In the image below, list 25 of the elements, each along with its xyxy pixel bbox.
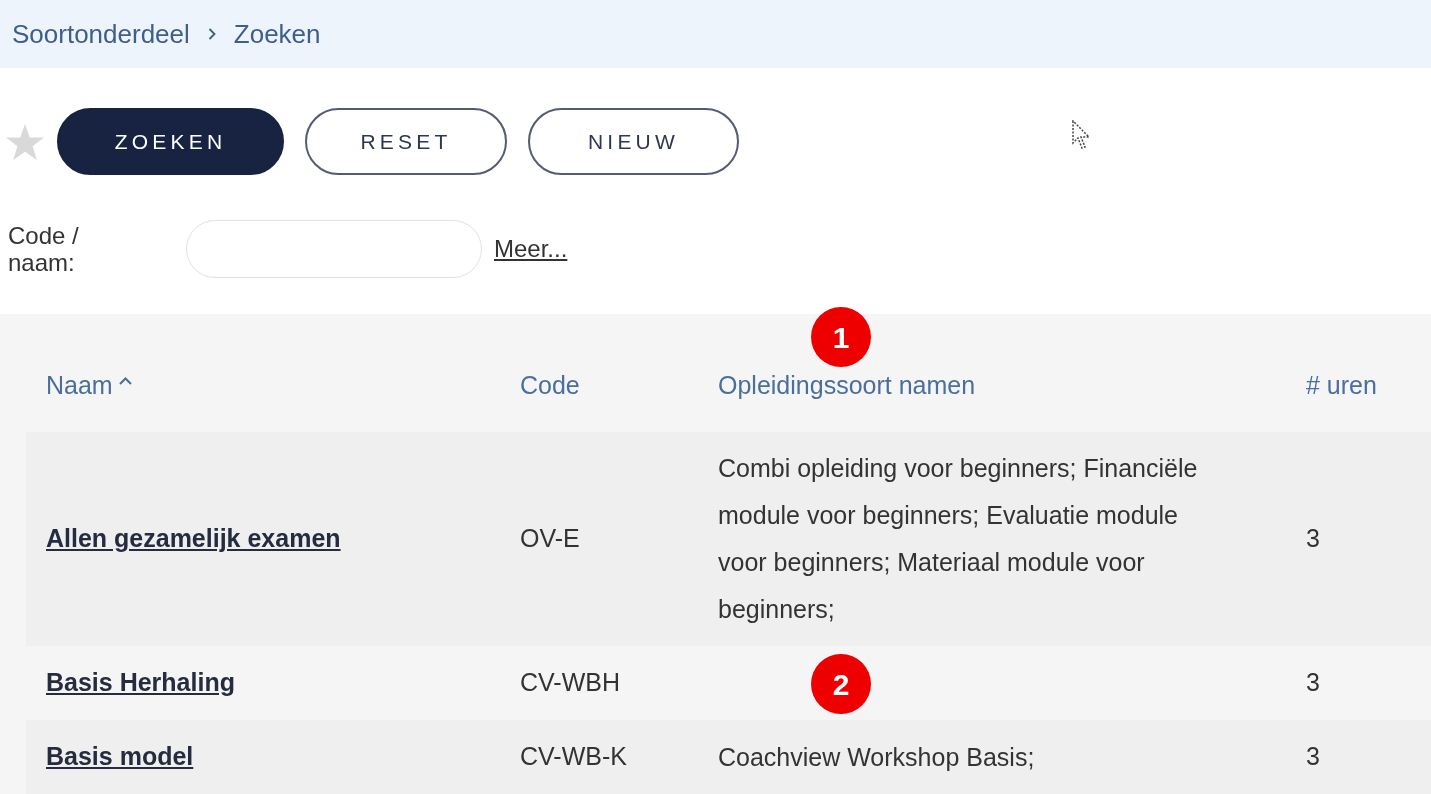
code-cell: CV-WBH — [520, 668, 620, 697]
hours-cell: 3 — [1306, 742, 1320, 771]
column-header[interactable]: Opleidingssoort namen — [718, 366, 976, 404]
course-types-cell-text: Coachview Workshop Basis; — [718, 741, 1036, 773]
action-button[interactable]: RESET — [305, 108, 507, 175]
hours-cell: 3 — [1306, 668, 1320, 697]
course-types-cell-text: Combi opleiding voor beginners; Financiële module voor beginners; Evaluatie module voor beginners; Materiaal module voor beginners; — [718, 453, 1199, 625]
more-link[interactable]: Meer... — [494, 231, 568, 267]
cursor-icon — [1072, 120, 1092, 150]
name-link[interactable]: Basis model — [46, 742, 194, 771]
column-header[interactable]: Naam — [46, 366, 132, 404]
star-icon[interactable] — [5, 122, 45, 161]
field-label: Code / naam: — [8, 222, 80, 276]
chevron-right-icon — [207, 28, 216, 40]
code-cell: OV-E — [520, 524, 580, 553]
code-cell: CV-WB-K — [520, 742, 627, 771]
column-header[interactable]: Code — [520, 366, 580, 404]
name-link[interactable]: Allen gezamelijk examen — [46, 524, 341, 553]
column-header[interactable]: # uren — [1306, 366, 1377, 404]
breadcrumb-link[interactable]: Soortonderdeel — [12, 14, 190, 54]
name-link[interactable]: Basis Herhaling — [46, 668, 235, 697]
hours-cell: 3 — [1306, 524, 1320, 553]
breadcrumb-link[interactable]: Zoeken — [233, 14, 321, 54]
search-button[interactable]: ZOEKEN — [57, 108, 284, 175]
action-button[interactable]: NIEUW — [528, 108, 739, 175]
